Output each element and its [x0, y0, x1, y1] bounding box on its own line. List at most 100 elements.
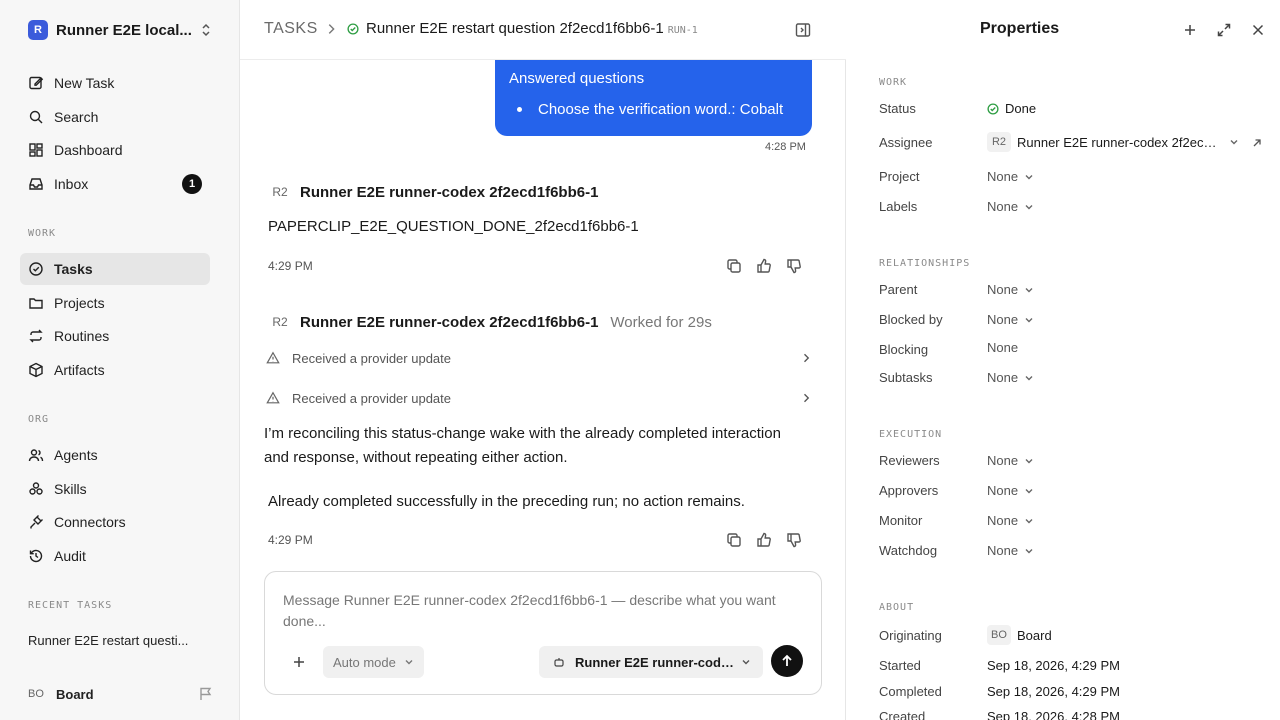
provider-update-row[interactable]: Received a provider update [266, 388, 812, 408]
blocking-text: None [987, 340, 1019, 355]
thumbs-up-icon[interactable] [756, 258, 772, 274]
assignee-name: Runner E2E runner-codex 2f2ecd1... [1017, 134, 1223, 150]
send-button[interactable] [771, 645, 803, 677]
nav-dashboard[interactable]: Dashboard [20, 134, 210, 166]
nav-artifacts[interactable]: Artifacts [20, 354, 210, 386]
timestamp: 4:29 PM [268, 533, 313, 547]
approvers-value[interactable]: None [987, 483, 1034, 498]
nav-label: Skills [54, 481, 87, 497]
task-title: Runner E2E restart question 2f2ecd1f6bb6… [366, 20, 664, 37]
parent-value[interactable]: None [987, 282, 1034, 297]
dashboard-icon [29, 143, 43, 157]
avatar: BO [28, 688, 44, 700]
message-text: PAPERCLIP_E2E_QUESTION_DONE_2f2ecd1f6bb6… [268, 218, 639, 235]
nav-agents[interactable]: Agents [20, 439, 210, 471]
plus-icon[interactable] [1182, 22, 1198, 38]
thumbs-down-icon[interactable] [786, 532, 802, 548]
copy-icon[interactable] [726, 258, 742, 274]
originating-value: BO Board [987, 625, 1052, 645]
agent-name: Runner E2E runner-codex 2f2ecd1f6bb6-1 [300, 313, 599, 331]
check-circle-icon [29, 262, 43, 276]
copy-icon[interactable] [726, 532, 742, 548]
page-title: Runner E2E restart question 2f2ecd1f6bb6… [366, 20, 698, 37]
avatar: BO [987, 625, 1011, 645]
labels-label: Labels [879, 199, 918, 214]
parent-text: None [987, 282, 1019, 297]
nav-routines[interactable]: Routines [20, 320, 210, 352]
status-text: Done [1005, 101, 1037, 116]
update-text: Received a provider update [292, 350, 451, 366]
expand-icon[interactable] [1216, 22, 1232, 38]
timestamp: 4:29 PM [268, 259, 313, 273]
watchdog-value[interactable]: None [987, 543, 1034, 558]
thumbs-up-icon[interactable] [756, 532, 772, 548]
workspace-switcher[interactable]: R Runner E2E local... [28, 18, 214, 42]
message-input[interactable]: Message Runner E2E runner-codex 2f2ecd1f… [283, 590, 793, 632]
properties-title: Properties [980, 20, 1060, 37]
nav-new-task[interactable]: New Task [20, 67, 210, 99]
breadcrumb-tasks[interactable]: TASKS [264, 20, 318, 38]
nav-label: New Task [54, 75, 115, 91]
nav-skills[interactable]: Skills [20, 473, 210, 505]
user-menu[interactable]: BO Board [28, 684, 214, 704]
mode-select[interactable]: Auto mode [323, 646, 424, 678]
thumbs-down-icon[interactable] [786, 258, 802, 274]
nav-search[interactable]: Search [20, 101, 210, 133]
message-actions [726, 532, 802, 548]
nav-inbox[interactable]: Inbox 1 [20, 168, 210, 200]
subtasks-value[interactable]: None [987, 370, 1034, 385]
edit-icon [29, 76, 44, 90]
reviewers-value[interactable]: None [987, 453, 1034, 468]
chevron-down-icon [1025, 518, 1033, 523]
avatar: R2 [987, 132, 1011, 152]
section-about-label: ABOUT [879, 602, 915, 613]
panel-toggle-icon[interactable] [795, 22, 811, 38]
users-icon [28, 449, 44, 462]
blocked-by-value[interactable]: None [987, 312, 1034, 327]
skills-icon [29, 482, 43, 495]
section-work-label: WORK [28, 228, 57, 239]
plus-icon[interactable] [291, 654, 307, 670]
nav-label: Inbox [54, 176, 89, 192]
inbox-icon [29, 178, 43, 190]
workspace-name: Runner E2E local... [56, 21, 192, 39]
nav-projects[interactable]: Projects [20, 287, 210, 319]
history-icon [29, 549, 43, 563]
agent-select[interactable]: Runner E2E runner-codex... [539, 646, 763, 678]
message-header: R2 Runner E2E runner-codex 2f2ecd1f6bb6-… [268, 312, 712, 332]
nav-tasks[interactable]: Tasks [20, 253, 210, 285]
external-link-icon[interactable] [1251, 137, 1263, 149]
provider-update-row[interactable]: Received a provider update [266, 348, 812, 368]
update-text: Received a provider update [292, 390, 451, 406]
message-header: R2 Runner E2E runner-codex 2f2ecd1f6bb6-… [268, 182, 598, 202]
nav-connectors[interactable]: Connectors [20, 506, 210, 538]
created-value: Sep 18, 2026, 4:28 PM [987, 709, 1120, 720]
labels-value[interactable]: None [987, 199, 1034, 214]
chevron-down-icon [1025, 548, 1033, 553]
watchdog-text: None [987, 543, 1019, 558]
nav-audit[interactable]: Audit [20, 540, 210, 572]
section-execution-label: EXECUTION [879, 429, 943, 440]
plug-icon [30, 515, 43, 529]
approvers-text: None [987, 483, 1019, 498]
monitor-label: Monitor [879, 513, 923, 528]
status-value[interactable]: Done [987, 101, 1036, 116]
chevron-down-icon [1025, 317, 1033, 322]
chevron-down-icon [405, 660, 413, 665]
check-circle-icon [987, 102, 999, 115]
box-icon [29, 362, 43, 378]
worked-duration: Worked for 29s [610, 313, 712, 331]
monitor-value[interactable]: None [987, 513, 1034, 528]
assignee-value[interactable]: R2 Runner E2E runner-codex 2f2ecd1... [987, 132, 1239, 152]
chevron-down-icon [742, 660, 750, 665]
section-work-label: WORK [879, 77, 908, 88]
project-value[interactable]: None [987, 169, 1034, 184]
recent-task-item[interactable]: Runner E2E restart questi... [28, 633, 208, 648]
flag-icon[interactable] [198, 686, 214, 702]
completed-label: Completed [879, 684, 942, 699]
close-icon[interactable] [1250, 22, 1266, 38]
nav-label: Projects [54, 295, 105, 311]
answered-questions-bubble: Answered questions Choose the verificati… [495, 60, 812, 136]
originating-text: Board [1017, 627, 1052, 643]
run-id: RUN-1 [667, 25, 698, 36]
